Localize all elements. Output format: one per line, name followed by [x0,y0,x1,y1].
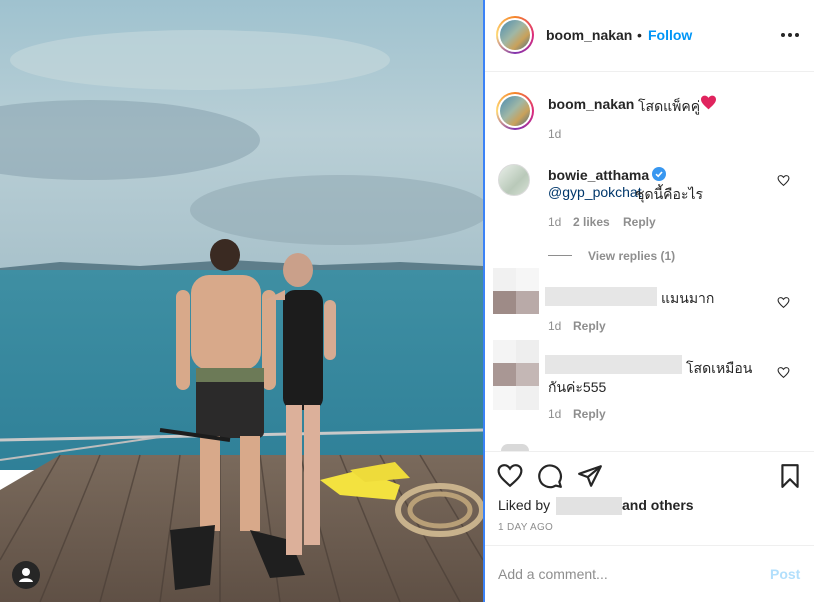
view-replies-line [548,255,572,256]
post-side-panel: boom_nakan • Follow boom_nakan โสดแพ็คคู… [485,0,814,602]
comment-text-continued: กันค่ะ555 [548,379,607,395]
author-username[interactable]: boom_nakan [546,27,632,43]
liked-by-label: Liked by [498,497,551,513]
comment-text: โสดเหมือน [686,360,753,376]
comment-likes[interactable]: 2 likes [573,215,610,229]
comment-timestamp[interactable]: 1d [548,215,561,229]
post-comment-button[interactable]: Post [770,566,800,582]
header-separator: • [637,27,642,43]
photo-illustration [0,0,483,602]
others-link[interactable]: and others [622,497,694,513]
next-comment-avatar [501,444,529,451]
comment-icon[interactable] [537,463,563,489]
caption-text: โสดแพ็คคู่ [638,98,701,114]
author-avatar[interactable] [496,16,534,54]
comment-text: ชุดนี้คือะไร [635,186,704,202]
commenter-avatar[interactable] [498,164,530,196]
reply-button[interactable]: Reply [623,215,656,229]
reply-button[interactable]: Reply [573,407,606,421]
actions-divider [485,451,814,452]
comment-form: Add a comment... Post [485,545,814,602]
paper-plane-icon[interactable] [577,463,603,489]
caption-avatar[interactable] [496,92,534,130]
comment-input[interactable]: Add a comment... [498,566,608,582]
view-replies-button[interactable]: View replies (1) [588,249,675,263]
comment-username[interactable]: bowie_atthama [548,167,649,183]
blurred-username [545,355,682,374]
comment-like-icon[interactable] [777,296,790,309]
heart-icon[interactable] [497,463,523,489]
blurred-liker-name[interactable] [556,497,622,515]
comment-text: แมนมาก [661,290,715,306]
comment-mention[interactable]: @gyp_pokchat [548,184,642,200]
blurred-avatar[interactable] [493,340,539,410]
post-photo[interactable] [0,0,483,602]
blurred-username [545,287,657,306]
red-heart-emoji-icon [701,95,716,110]
reply-button[interactable]: Reply [573,319,606,333]
follow-button[interactable]: Follow [648,27,692,43]
blurred-avatar[interactable] [493,268,539,314]
comment-timestamp[interactable]: 1d [548,407,561,421]
caption-timestamp[interactable]: 1d [548,127,561,141]
comment-like-icon[interactable] [777,366,790,379]
post-date[interactable]: 1 DAY AGO [498,522,553,533]
bookmark-icon[interactable] [777,463,803,489]
post-header: boom_nakan • Follow [485,0,814,72]
user-tag-icon[interactable] [12,561,40,589]
verified-badge-icon [652,167,666,181]
caption-username[interactable]: boom_nakan [548,96,634,112]
comment-like-icon[interactable] [777,174,790,187]
more-options-icon[interactable] [781,24,801,44]
comment-timestamp[interactable]: 1d [548,319,561,333]
